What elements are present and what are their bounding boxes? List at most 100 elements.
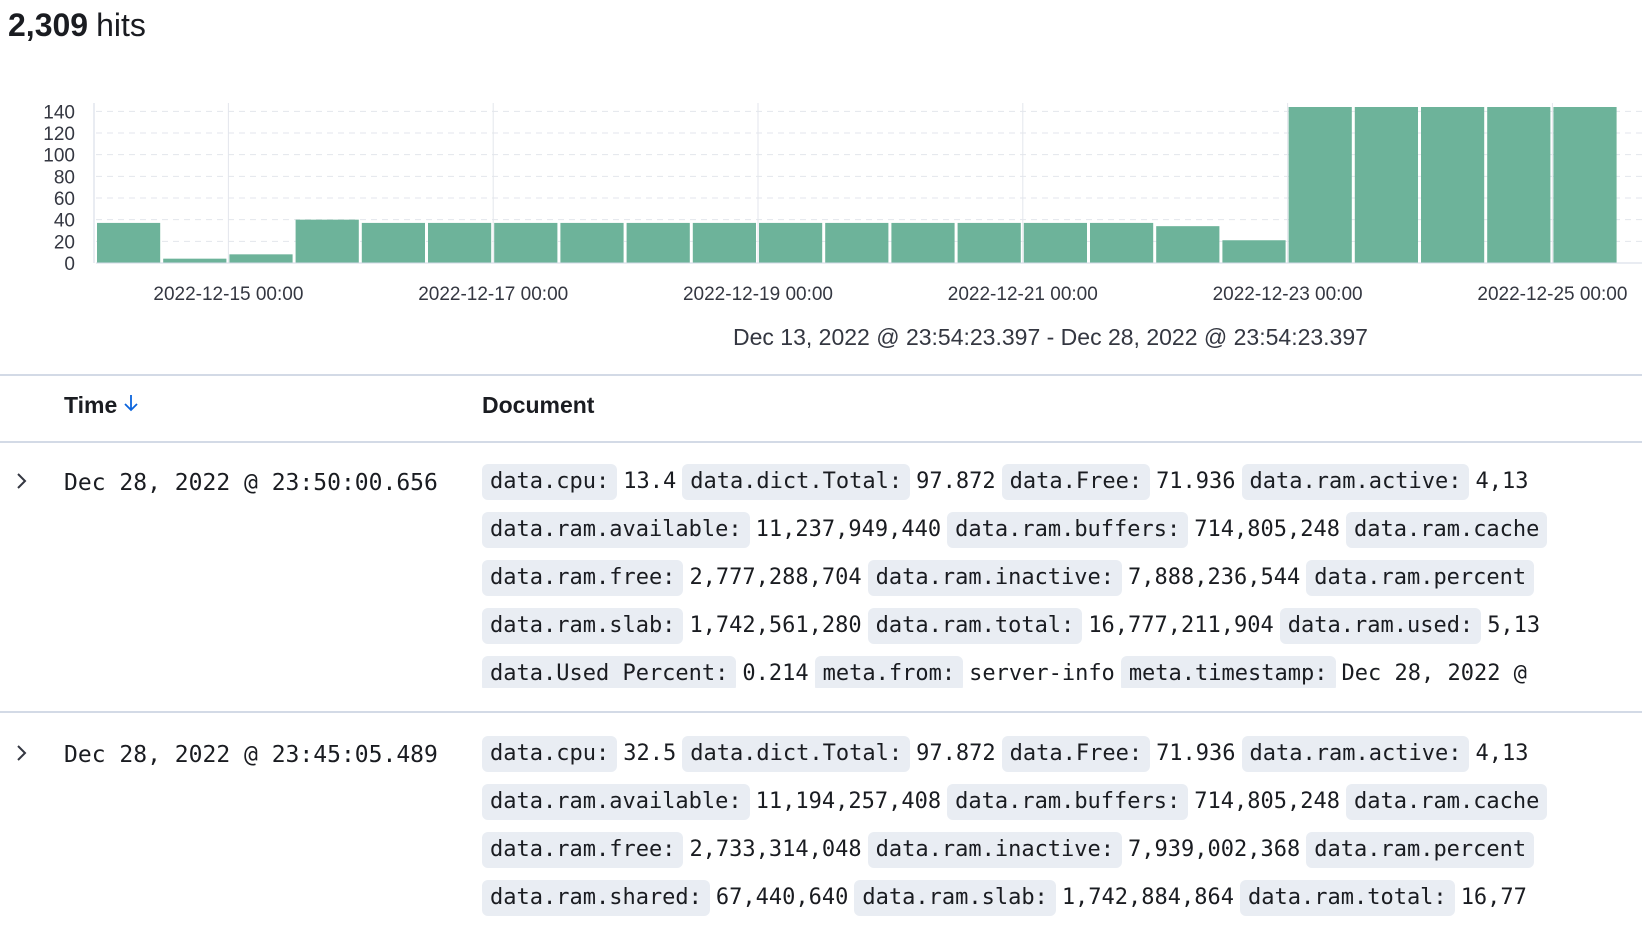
table-row[interactable]: Dec 28, 2022 @ 23:45:05.489 data.cpu: 32.…: [0, 728, 1642, 930]
row-document: data.cpu: 13.4 data.dict.Total: 97.872 data.…: [482, 456, 1642, 688]
field-name-badge: data.ram.cache: [1345, 784, 1548, 820]
field-pair: data.ram.percent: [1306, 560, 1540, 596]
histogram-bar: [163, 258, 227, 263]
document-line: data.ram.free: 2,777,288,704 data.ram.inac…: [482, 560, 1546, 600]
row-timestamp: Dec 28, 2022 @ 23:45:05.489: [64, 742, 438, 768]
field-value: Dec 28, 2022 @: [1341, 661, 1527, 686]
field-value: 2,733,314,048: [689, 837, 862, 862]
field-value: 4,13: [1475, 469, 1529, 494]
field-value: 11,194,257,408: [755, 789, 942, 814]
field-pair: data.ram.cache: [1345, 784, 1553, 820]
field-pair: data.ram.buffers: 714,805,248: [947, 512, 1340, 548]
field-value: 714,805,248: [1194, 517, 1340, 542]
field-name-badge: data.ram.percent: [1306, 832, 1535, 868]
document-line: data.cpu: 13.4 data.dict.Total: 97.872 data.…: [482, 464, 1534, 504]
histogram-bar: [97, 222, 161, 263]
y-tick-label: 0: [64, 254, 75, 275]
y-tick-label: 60: [54, 189, 75, 210]
field-name-badge: data.ram.active:: [1241, 464, 1470, 500]
histogram-bar: [1288, 107, 1352, 263]
field-pair: data.ram.total: 16,77: [1240, 880, 1527, 916]
histogram-bar: [626, 222, 690, 263]
expand-row-icon[interactable]: [10, 742, 32, 764]
field-value: 4,13: [1475, 741, 1529, 766]
y-tick-label: 100: [43, 146, 75, 167]
x-tick-label: 2022-12-19 00:00: [683, 284, 833, 305]
field-pair: data.cpu: 32.5: [482, 736, 676, 772]
field-pair: data.cpu: 13.4: [482, 464, 676, 500]
histogram-bar: [1421, 107, 1485, 263]
field-value: 2,777,288,704: [689, 565, 862, 590]
histogram-bar: [560, 222, 624, 263]
field-value: 11,237,949,440: [755, 517, 942, 542]
field-pair: data.ram.available: 11,237,949,440: [482, 512, 941, 548]
histogram-bar: [361, 222, 425, 263]
field-value: 97.872: [916, 469, 996, 494]
column-header-document: Document: [482, 392, 595, 418]
document-line: data.cpu: 32.5 data.dict.Total: 97.872 data.…: [482, 736, 1534, 776]
field-value: 67,440,640: [715, 885, 849, 910]
document-line: data.ram.available: 11,194,257,408 data.ra…: [482, 784, 1559, 824]
field-name-badge: data.dict.Total:: [682, 736, 911, 772]
field-value: 71.936: [1156, 469, 1236, 494]
table-row[interactable]: Dec 28, 2022 @ 23:50:00.656 data.cpu: 13.…: [0, 456, 1642, 688]
field-pair: data.ram.buffers: 714,805,248: [947, 784, 1340, 820]
column-header-time[interactable]: Time: [64, 392, 139, 419]
histogram-bar: [1090, 222, 1154, 263]
y-tick-label: 80: [54, 167, 75, 188]
field-pair: data.Free: 71.936: [1001, 464, 1236, 500]
histogram-bar: [428, 222, 492, 263]
field-pair: data.ram.used: 5,13: [1279, 608, 1541, 644]
field-name-badge: data.ram.inactive:: [867, 560, 1123, 596]
field-pair: meta.timestamp: Dec 28, 2022 @: [1120, 656, 1527, 688]
histogram-bar: [825, 222, 889, 263]
histogram-bar: [891, 222, 955, 263]
document-line: data.ram.available: 11,237,949,440 data.ra…: [482, 512, 1559, 552]
field-name-badge: data.ram.buffers:: [947, 512, 1189, 548]
table-top-divider: [0, 374, 1642, 376]
field-name-badge: data.ram.buffers:: [947, 784, 1189, 820]
field-name-badge: data.ram.active:: [1241, 736, 1470, 772]
field-name-badge: data.ram.percent: [1306, 560, 1535, 596]
row-document: data.cpu: 32.5 data.dict.Total: 97.872 data.…: [482, 728, 1642, 930]
field-name-badge: data.cpu:: [482, 464, 618, 500]
field-name-badge: data.Used Percent:: [482, 656, 737, 688]
y-tick-label: 20: [54, 232, 75, 253]
field-name-badge: meta.from:: [814, 656, 964, 688]
histogram-bar: [229, 254, 293, 263]
field-name-badge: data.ram.cache: [1345, 512, 1548, 548]
field-name-badge: data.ram.free:: [482, 832, 684, 868]
document-line: data.ram.free: 2,733,314,048 data.ram.inac…: [482, 832, 1546, 872]
histogram-bar: [1222, 240, 1286, 263]
histogram-bar: [692, 222, 756, 263]
field-name-badge: meta.timestamp:: [1120, 656, 1336, 688]
field-value: 1,742,561,280: [689, 613, 862, 638]
field-pair: data.ram.inactive: 7,939,002,368: [867, 832, 1300, 868]
histogram-bar: [1156, 226, 1220, 263]
y-tick-label: 120: [43, 124, 75, 145]
field-name-badge: data.ram.shared:: [482, 880, 710, 916]
hit-count-label: hits: [96, 7, 146, 43]
field-name-badge: data.dict.Total:: [682, 464, 911, 500]
field-pair: data.ram.total: 16,777,211,904: [867, 608, 1274, 644]
field-name-badge: data.ram.available:: [482, 512, 750, 548]
field-name-badge: data.cpu:: [482, 736, 618, 772]
field-pair: data.ram.free: 2,777,288,704: [482, 560, 862, 596]
field-value: 32.5: [623, 741, 677, 766]
histogram-bar: [494, 222, 558, 263]
field-pair: data.Free: 71.936: [1001, 736, 1236, 772]
field-value: 1,742,884,864: [1061, 885, 1234, 910]
hit-count-value: 2,309: [8, 7, 89, 43]
field-value: 5,13: [1487, 613, 1541, 638]
field-name-badge: data.ram.inactive:: [867, 832, 1123, 868]
field-value: 0.214: [742, 661, 809, 686]
expand-row-icon[interactable]: [10, 470, 32, 492]
x-tick-label: 2022-12-25 00:00: [1477, 284, 1627, 305]
field-name-badge: data.ram.total:: [1240, 880, 1455, 916]
document-line: data.Used Percent: 0.214 meta.from: server-…: [482, 656, 1533, 688]
document-line: data.ram.slab: 1,742,561,280 data.ram.tota…: [482, 608, 1546, 648]
sort-descending-icon[interactable]: [123, 392, 139, 419]
field-value: 714,805,248: [1194, 789, 1340, 814]
field-pair: data.ram.shared: 67,440,640: [482, 880, 848, 916]
histogram-chart[interactable]: 140120100806040200 2022-12-15 00:00 2022-1…: [0, 90, 1642, 310]
